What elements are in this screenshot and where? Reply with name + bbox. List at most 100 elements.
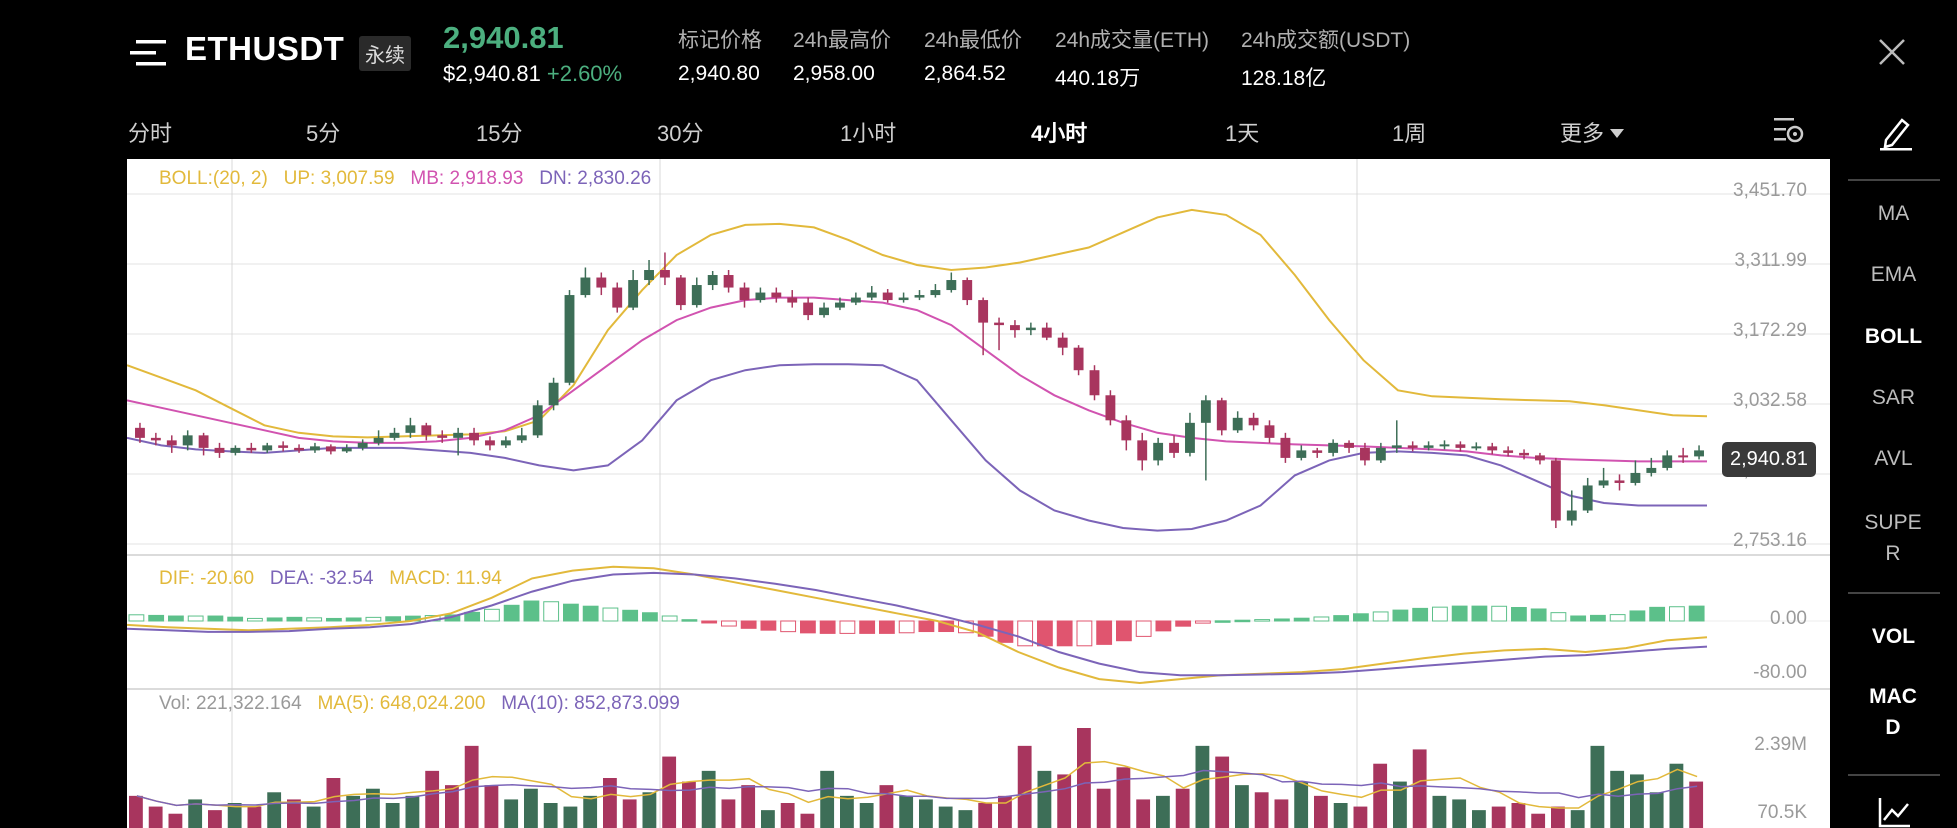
macd-histogram-bar	[1293, 617, 1310, 622]
candle-body	[357, 442, 368, 448]
macd-histogram-bar	[345, 617, 362, 622]
macd-histogram-bar	[602, 607, 619, 622]
candle-body	[294, 447, 304, 451]
macd-histogram-bar	[306, 617, 323, 622]
volume-bar	[800, 813, 815, 828]
indicator-macd[interactable]: MACD	[1865, 681, 1921, 743]
stat-value: 128.18亿	[1241, 67, 1327, 90]
candle-body	[739, 287, 750, 301]
candle-body	[675, 277, 686, 306]
stat-value: 2,864.52	[924, 62, 1006, 85]
candle-body	[1646, 467, 1657, 473]
candle-body	[1200, 400, 1211, 423]
more-label: 更多	[1560, 121, 1605, 146]
volume-bar	[1136, 799, 1151, 828]
candle-body	[612, 287, 623, 308]
volume-bar	[247, 806, 262, 828]
sidebar-divider	[1848, 179, 1940, 181]
tab-timeframe-line[interactable]: 分时	[128, 116, 172, 148]
macd-histogram-bar	[1590, 614, 1606, 622]
volume-bar	[1649, 792, 1664, 828]
indicator-vol[interactable]: VOL	[1830, 625, 1957, 649]
candle-body	[1280, 437, 1291, 458]
macd-histogram-bar	[168, 615, 184, 622]
tab-timeframe-30m[interactable]: 30分	[657, 116, 703, 148]
candle-body	[453, 432, 464, 438]
volume-bar	[899, 795, 914, 828]
macd-histogram-bar	[247, 617, 263, 622]
indicator-ma[interactable]: MA	[1830, 202, 1957, 226]
macd-histogram-bar	[918, 620, 935, 633]
candle-body	[516, 435, 527, 441]
macd-histogram-bar	[1096, 620, 1113, 645]
volume-bar	[1294, 781, 1309, 828]
volume-bar	[1156, 795, 1170, 828]
candle-body	[898, 297, 909, 301]
candle-body	[485, 440, 495, 446]
boll-up: UP: 3,007.59	[283, 168, 395, 189]
indicator-chart-icon[interactable]	[1878, 796, 1912, 828]
symbol-title[interactable]: ETHUSDT	[185, 30, 344, 68]
candle-body	[1535, 455, 1545, 461]
macd-histogram-bar	[227, 616, 244, 622]
candle-body	[150, 437, 161, 441]
chart-settings-icon[interactable]	[1773, 115, 1805, 145]
stat-24h-high: 24h最高价 2,958.00	[793, 24, 891, 86]
candle-body	[373, 437, 384, 443]
candle-body	[325, 446, 336, 452]
candle-body	[596, 277, 607, 288]
candle-body	[1073, 347, 1084, 371]
candle-body	[135, 427, 145, 438]
stat-label: 24h最低价	[924, 29, 1023, 52]
volume-ma10: MA(10): 852,873.099	[501, 693, 680, 714]
macd-histogram-bar	[543, 601, 560, 622]
tab-timeframe-1w[interactable]: 1周	[1392, 116, 1426, 148]
macd-histogram-bar	[721, 620, 737, 627]
candle-body	[1264, 425, 1275, 438]
macd-histogram-bar	[661, 615, 678, 622]
macd-axis-label: 0.00	[1770, 608, 1807, 629]
candle-body	[1455, 444, 1466, 448]
menu-icon[interactable]	[130, 37, 170, 69]
tab-timeframe-4h[interactable]: 4小时	[1031, 116, 1087, 148]
candlestick-chart[interactable]	[127, 159, 1830, 828]
candle-body	[310, 446, 320, 451]
candle-body	[707, 275, 718, 286]
price-axis-label: 2,753.16	[1733, 530, 1807, 551]
volume-bar	[780, 803, 795, 828]
chart-area[interactable]: BOLL:(20, 2) UP: 3,007.59 MB: 2,918.93 D…	[127, 159, 1830, 828]
candle-body	[1216, 400, 1227, 431]
macd-histogram-bar	[1056, 620, 1073, 647]
volume-bar	[267, 792, 282, 828]
stat-value: 2,940.80	[678, 62, 760, 85]
indicator-ema[interactable]: EMA	[1830, 263, 1957, 287]
tab-timeframe-5m[interactable]: 5分	[306, 116, 340, 148]
volume-bar	[129, 795, 143, 828]
tab-timeframe-15m[interactable]: 15分	[476, 116, 522, 148]
indicator-avl[interactable]: AVL	[1830, 447, 1957, 471]
indicator-sar[interactable]: SAR	[1830, 386, 1957, 410]
candle-body	[1296, 450, 1307, 458]
pencil-icon[interactable]	[1878, 114, 1914, 152]
candle-body	[946, 280, 957, 291]
candle-body	[787, 297, 798, 303]
macd-histogram-bar	[1037, 620, 1053, 647]
macd-histogram-bar	[503, 604, 520, 622]
macd-histogram-bar	[760, 620, 777, 631]
indicator-super[interactable]: SUPER	[1858, 507, 1928, 569]
macd-histogram-bar	[642, 612, 658, 622]
tab-timeframe-1h[interactable]: 1小时	[840, 116, 896, 148]
macd-histogram-bar	[1076, 620, 1093, 647]
candle-body	[548, 382, 559, 406]
volume-bar	[306, 806, 321, 828]
price-change: +2.60%	[546, 61, 623, 86]
more-timeframes-dropdown[interactable]: 更多	[1560, 116, 1625, 148]
sidebar-divider	[1848, 592, 1940, 594]
tab-timeframe-1d[interactable]: 1天	[1225, 116, 1259, 148]
macd-histogram-bar	[523, 600, 540, 622]
macd-histogram-bar	[1214, 620, 1231, 623]
indicator-boll[interactable]: BOLL	[1830, 325, 1957, 349]
stat-label: 标记价格	[678, 29, 762, 52]
volume-bar	[1017, 745, 1032, 828]
macd-histogram-bar	[1353, 613, 1369, 622]
